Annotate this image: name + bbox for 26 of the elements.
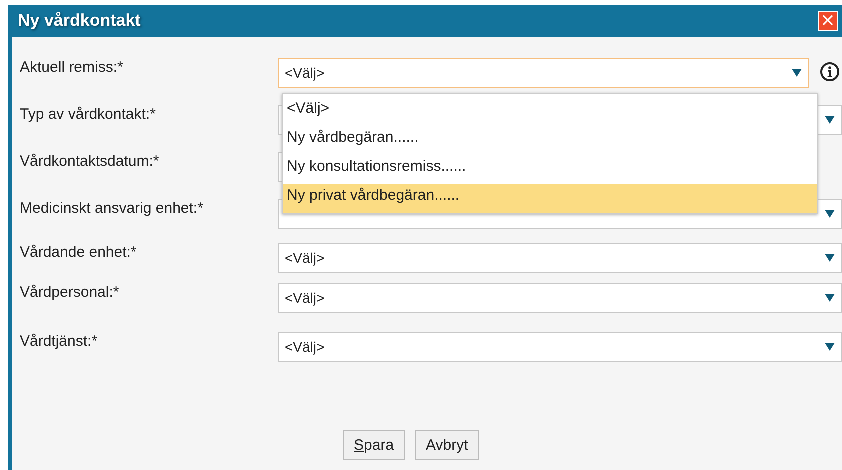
dropdown-option[interactable]: <Välj> (283, 97, 817, 126)
caret-icon (825, 294, 835, 302)
dropdown-field[interactable]: <Välj> (278, 283, 842, 313)
field-label: Typ av vårdkontakt:* (20, 105, 157, 123)
caret-icon (792, 69, 802, 77)
field-label: Medicinskt ansvarig enhet:* (20, 199, 204, 217)
caret-icon (825, 254, 835, 262)
dialog-button[interactable]: Spara (343, 430, 406, 460)
dropdown-option[interactable]: Ny konsultationsremiss...... (283, 155, 817, 184)
field-label: Vårdande enhet:* (20, 243, 138, 261)
caret-icon (825, 210, 835, 218)
dropdown-field[interactable]: <Välj> (278, 243, 842, 273)
dropdown-option[interactable]: Ny vårdbegäran...... (283, 126, 817, 155)
window-title: Ny vårdkontakt (18, 11, 141, 31)
field-label: Vårdpersonal:* (20, 283, 120, 301)
dropdown-option[interactable]: Ny privat vårdbegäran...... (283, 184, 817, 213)
info-icon[interactable] (820, 62, 840, 82)
field-label: Aktuell remiss:* (20, 58, 124, 76)
dropdown-field[interactable]: <Välj> (278, 332, 842, 362)
field-label: Vårdkontaktsdatum:* (20, 152, 160, 170)
dropdown-field[interactable]: <Välj> (278, 58, 809, 88)
close-button[interactable]: × (818, 11, 838, 31)
dialog-button[interactable]: Avbryt (415, 430, 480, 460)
caret-icon (825, 116, 835, 124)
field-label: Vårdtjänst:* (20, 332, 99, 350)
caret-icon (825, 343, 835, 351)
